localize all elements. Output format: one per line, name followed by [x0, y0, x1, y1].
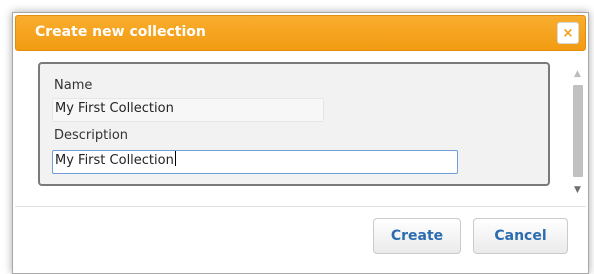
- content-scrollbar[interactable]: ▲ ▼: [569, 53, 586, 206]
- close-button[interactable]: ×: [557, 22, 579, 44]
- dialog-content: Name My First Collection Description My …: [15, 53, 586, 206]
- scrollbar-thumb[interactable]: [573, 85, 583, 177]
- create-collection-dialog: Create new collection × Name My First Co…: [12, 12, 589, 274]
- cancel-button[interactable]: Cancel: [473, 218, 568, 254]
- name-field-value: My First Collection: [55, 101, 174, 116]
- scroll-up-arrow-icon[interactable]: ▲: [569, 67, 586, 81]
- dialog-titlebar[interactable]: Create new collection ×: [15, 15, 586, 51]
- name-label: Name: [54, 78, 93, 93]
- description-field-value: My First Collection: [55, 153, 174, 168]
- description-field[interactable]: My First Collection: [52, 150, 458, 174]
- dialog-title: Create new collection: [35, 24, 206, 40]
- footer-divider: [15, 206, 586, 207]
- collection-form: Name My First Collection Description My …: [38, 62, 550, 186]
- text-caret: [174, 151, 176, 166]
- name-field[interactable]: My First Collection: [52, 98, 324, 122]
- create-button[interactable]: Create: [373, 218, 461, 254]
- scroll-down-arrow-icon[interactable]: ▼: [569, 183, 586, 197]
- close-icon: ×: [562, 25, 574, 41]
- description-label: Description: [54, 128, 129, 143]
